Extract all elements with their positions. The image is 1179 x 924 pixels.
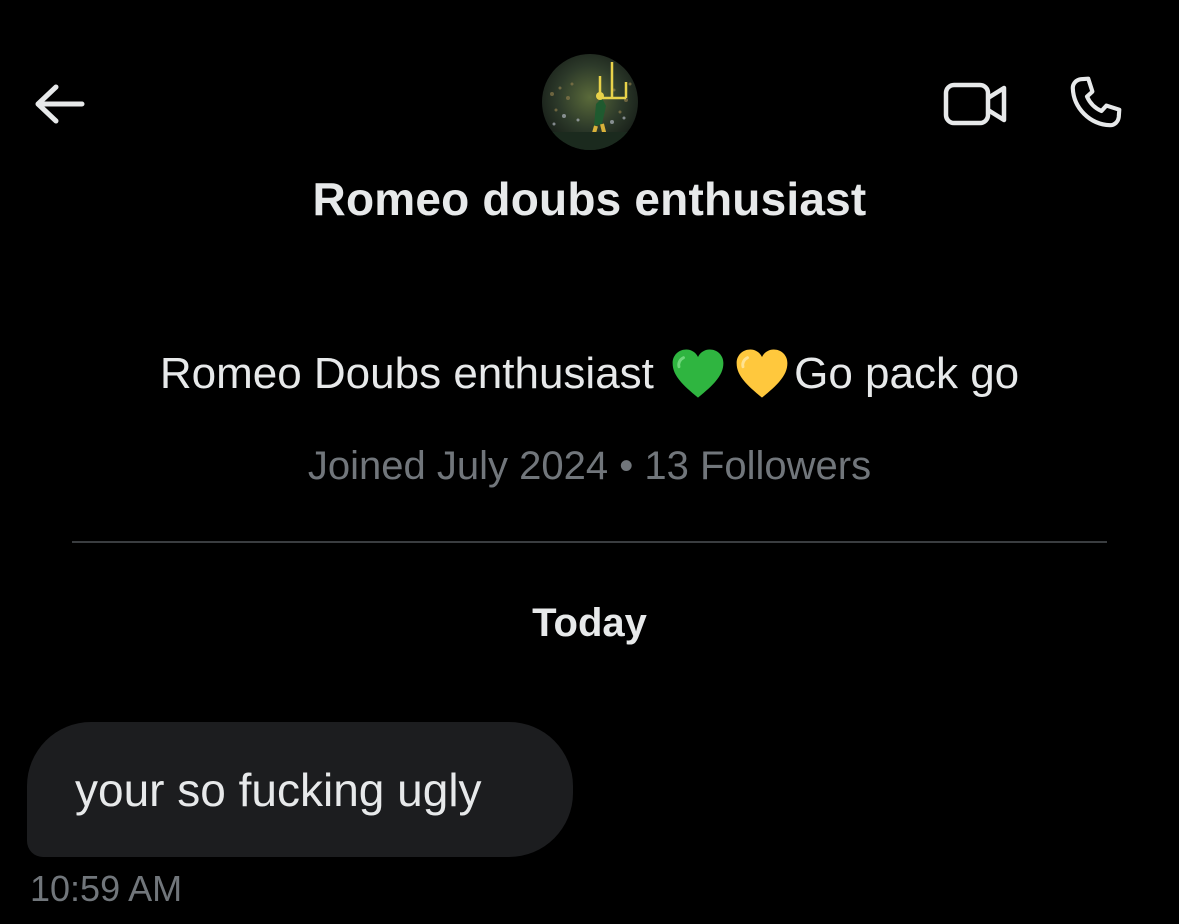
avatar[interactable] (542, 54, 638, 150)
avatar-image (542, 54, 638, 150)
message-timestamp: 10:59 AM (30, 868, 183, 909)
profile-display-name[interactable]: Romeo doubs enthusiast (0, 172, 1179, 226)
profile-bio: Romeo Doubs enthusiast Go pack go (0, 345, 1179, 403)
conversation-header: Romeo doubs enthusiast (0, 0, 1179, 250)
profile-meta: Joined July 2024 • 13 Followers (307, 444, 872, 488)
phone-icon (1070, 76, 1122, 128)
video-call-button[interactable] (938, 72, 1012, 136)
arrow-left-icon (35, 84, 85, 124)
yellow-heart-icon (736, 349, 788, 398)
message-text: your so fucking ugly (75, 763, 482, 816)
date-separator: Today (532, 601, 647, 645)
bio-text-end: Go pack go (794, 349, 1020, 398)
green-heart-icon (672, 349, 724, 398)
phone-call-button[interactable] (1060, 70, 1130, 136)
divider (72, 541, 1107, 543)
back-button[interactable] (28, 72, 92, 136)
bio-text-start: Romeo Doubs enthusiast (159, 349, 667, 398)
video-camera-icon (943, 82, 1007, 126)
message-bubble[interactable]: your so fucking ugly (27, 722, 573, 857)
